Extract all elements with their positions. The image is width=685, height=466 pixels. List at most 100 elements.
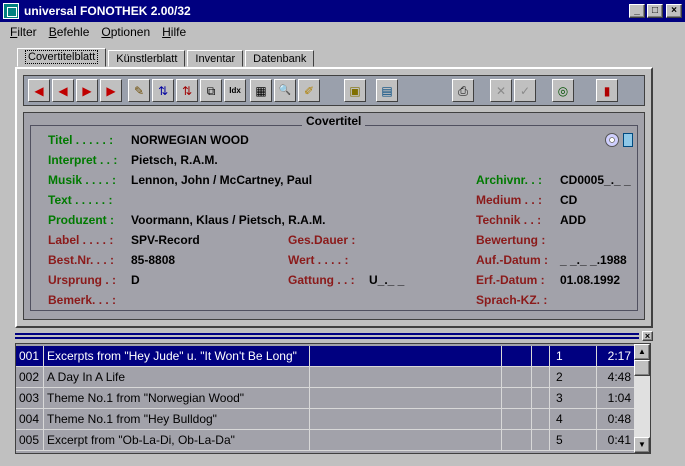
table-row[interactable]: 002 A Day In A Life 2 4:48 [16, 367, 635, 388]
empty-cell [310, 367, 502, 387]
gesdauer-label: Ges.Dauer : [288, 233, 356, 247]
menu-optionen[interactable]: Optionen [95, 25, 156, 39]
edit-pencil-icon[interactable]: ✎ [128, 79, 150, 102]
technik-value[interactable]: ADD [560, 213, 586, 227]
cd-play-icon[interactable]: ◎ [552, 79, 574, 102]
tab-datenbank[interactable]: Datenbank [245, 50, 315, 67]
produzent-value[interactable]: Voormann, Klaus / Pietsch, R.A.M. [131, 213, 325, 227]
next-record-icon[interactable]: ▶ [76, 79, 98, 102]
bestnr-label: Best.Nr. . . : [48, 253, 115, 267]
gattung-value[interactable]: U_._ _ [369, 273, 404, 287]
medium-label: Medium . . : [476, 193, 542, 207]
empty-cell [310, 430, 502, 450]
tab-label: Covertitelblatt [25, 50, 99, 64]
table-view-icon[interactable]: ▦ [250, 79, 272, 102]
track-duration: 2:17 [607, 349, 631, 363]
copy-record-icon[interactable]: ⧉ [200, 79, 222, 102]
tab-covertitelblatt[interactable]: Covertitelblatt [17, 48, 107, 67]
titel-label: Titel . . . . . : [48, 133, 114, 147]
track-number: 003 [16, 388, 44, 408]
empty-cell [532, 388, 550, 408]
splitter-line [15, 337, 639, 339]
erfdatum-label: Erf.-Datum : [476, 273, 545, 287]
track-index: 2 [550, 367, 597, 387]
produzent-label: Produzent : [48, 213, 114, 227]
aufdatum-value[interactable]: _ _._ _.1988 [560, 253, 627, 267]
cover-card-icon[interactable] [623, 133, 633, 147]
tab-inventar[interactable]: Inventar [187, 50, 244, 67]
close-button[interactable]: × [666, 4, 682, 18]
cover-sheet-panel: ◀ ◀ ▶ ▶ ✎ ⇅ ⇅ ⧉ Idx ▦ 🔍 ✐ ▣ ▤ ⎙ ✕ ✓ ◎ ▮ … [15, 67, 653, 328]
table-row[interactable]: 003 Theme No.1 from "Norwegian Wood" 3 1… [16, 388, 635, 409]
track-title: Theme No.1 from "Norwegian Wood" [44, 388, 310, 408]
table-row[interactable]: 004 Theme No.1 from "Hey Bulldog" 4 0:48 [16, 409, 635, 430]
archive-box-icon[interactable]: ▣ [344, 79, 366, 102]
track-title: Excerpt from "Ob-La-Di, Ob-La-Da" [44, 430, 310, 450]
interpret-label: Interpret . . : [48, 153, 118, 167]
empty-cell [502, 346, 532, 366]
table-row[interactable]: 001 Excerpts from "Hey Jude" u. "It Won'… [16, 346, 635, 367]
scroll-up-icon[interactable]: ▲ [634, 344, 650, 360]
minimize-button[interactable]: _ [629, 4, 645, 18]
track-index: 5 [550, 430, 597, 450]
app-icon[interactable] [3, 3, 19, 19]
scroll-thumb[interactable] [634, 360, 650, 376]
aufdatum-label: Auf.-Datum : [476, 253, 548, 267]
musik-label: Musik . . . . : [48, 173, 117, 187]
menu-befehle[interactable]: Befehle [43, 25, 96, 39]
track-title: A Day In A Life [44, 367, 310, 387]
table-row[interactable]: 005 Excerpt from "Ob-La-Di, Ob-La-Da" 5 … [16, 430, 635, 451]
close-pane-icon[interactable]: × [642, 331, 653, 341]
cover-card-icon[interactable]: ▤ [376, 79, 398, 102]
empty-cell [532, 409, 550, 429]
menu-hilfe[interactable]: Hilfe [156, 25, 192, 39]
empty-cell [532, 346, 550, 366]
index-icon[interactable]: Idx [224, 79, 246, 102]
medium-value[interactable]: CD [560, 193, 577, 207]
covertitel-heading: Covertitel [302, 114, 366, 128]
first-record-icon[interactable]: ◀ [28, 79, 50, 102]
bestnr-value[interactable]: 85-8808 [131, 253, 175, 267]
technik-label: Technik . . : [476, 213, 542, 227]
cd-icon[interactable] [605, 133, 619, 147]
interpret-value[interactable]: Pietsch, R.A.M. [131, 153, 218, 167]
empty-cell [502, 388, 532, 408]
menu-filter[interactable]: Filter [4, 25, 43, 39]
ursprung-value[interactable]: D [131, 273, 140, 287]
titel-value[interactable]: NORWEGIAN WOOD [131, 133, 249, 147]
empty-cell [310, 409, 502, 429]
archivnr-value[interactable]: CD0005_._ _ [560, 173, 631, 187]
sort-descending-icon[interactable]: ⇅ [176, 79, 198, 102]
confirm-check-icon[interactable]: ✓ [514, 79, 536, 102]
prev-record-icon[interactable]: ◀ [52, 79, 74, 102]
covertitel-fields: Titel . . . . . : NORWEGIAN WOOD Interpr… [30, 125, 638, 311]
empty-cell [502, 409, 532, 429]
archivnr-label: Archivnr. . : [476, 173, 543, 187]
track-title: Theme No.1 from "Hey Bulldog" [44, 409, 310, 429]
sort-ascending-icon[interactable]: ⇅ [152, 79, 174, 102]
track-number: 002 [16, 367, 44, 387]
tab-kuenstlerblatt[interactable]: Künstlerblatt [108, 50, 186, 67]
title-bar[interactable]: universal FONOTHEK 2.00/32 _ □ × [0, 0, 685, 22]
print-icon[interactable]: ⎙ [452, 79, 474, 102]
label-value[interactable]: SPV-Record [131, 233, 200, 247]
exit-door-icon[interactable]: ▮ [596, 79, 618, 102]
wert-label: Wert . . . . : [288, 253, 349, 267]
tab-strip: Covertitelblatt Künstlerblatt Inventar D… [17, 48, 316, 68]
covertitel-group: Titel . . . . . : NORWEGIAN WOOD Interpr… [23, 112, 645, 320]
last-record-icon[interactable]: ▶ [100, 79, 122, 102]
musik-value[interactable]: Lennon, John / McCartney, Paul [131, 173, 312, 187]
bewertung-label: Bewertung : [476, 233, 546, 247]
track-index: 3 [550, 388, 597, 408]
maximize-button[interactable]: □ [647, 4, 663, 18]
list-scrollbar[interactable]: ▲ ▼ [634, 344, 650, 453]
scroll-down-icon[interactable]: ▼ [634, 437, 650, 453]
cancel-icon[interactable]: ✕ [490, 79, 512, 102]
track-number: 001 [16, 346, 44, 366]
empty-cell [310, 346, 502, 366]
search-icon[interactable]: 🔍 [274, 79, 296, 102]
pane-splitter[interactable]: × [15, 331, 653, 341]
bemerk-label: Bemerk. . . : [48, 293, 117, 307]
clear-filter-icon[interactable]: ✐ [298, 79, 320, 102]
erfdatum-value[interactable]: 01.08.1992 [560, 273, 620, 287]
